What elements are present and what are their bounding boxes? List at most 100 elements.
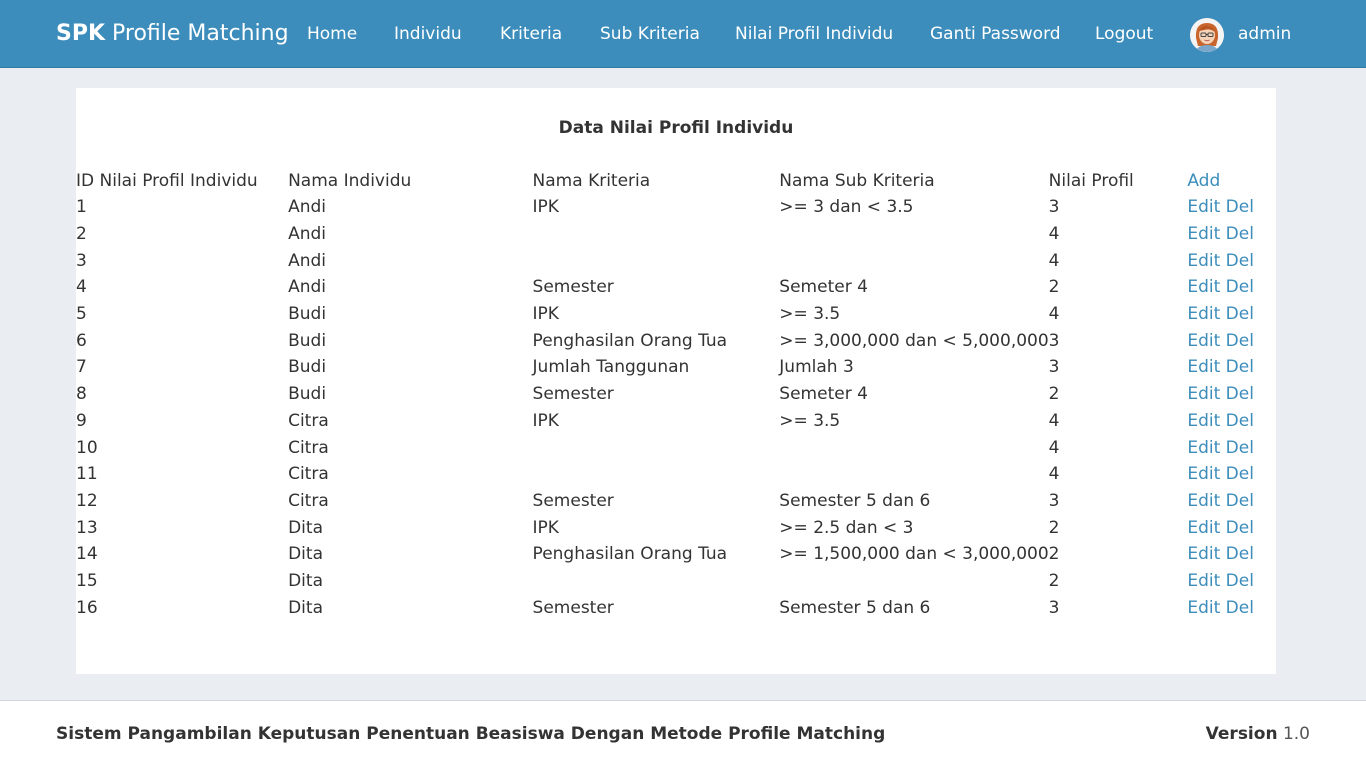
edit-link[interactable]: Edit: [1187, 438, 1220, 458]
nav-nilai-profil-individu[interactable]: Nilai Profil Individu: [735, 23, 893, 45]
cell-nama-sub-kriteria: Jumlah 3: [779, 357, 854, 378]
edit-link[interactable]: Edit: [1187, 491, 1220, 511]
edit-link[interactable]: Edit: [1187, 304, 1220, 324]
delete-link[interactable]: Del: [1226, 518, 1254, 538]
cell-actions: Edit Del: [1187, 541, 1276, 568]
edit-link[interactable]: Edit: [1187, 518, 1220, 538]
delete-link[interactable]: Del: [1226, 251, 1254, 271]
delete-link[interactable]: Del: [1226, 304, 1254, 324]
user-avatar-icon[interactable]: [1190, 18, 1224, 52]
cell-nilai-profil: 2: [1048, 277, 1060, 298]
table-row: 13 Dita IPK >= 2.5 dan < 3 2 Edit Del: [76, 514, 1276, 541]
nav-sub-kriteria[interactable]: Sub Kriteria: [600, 23, 700, 45]
user-name[interactable]: admin: [1238, 23, 1291, 45]
cell-nama-sub-kriteria: Semeter 4: [779, 277, 868, 298]
cell-nilai-profil: 3: [1048, 357, 1060, 378]
edit-link[interactable]: Edit: [1187, 197, 1220, 217]
cell-id: 6: [76, 330, 87, 351]
cell-nama-sub-kriteria: >= 3 dan < 3.5: [779, 197, 914, 218]
delete-link[interactable]: Del: [1226, 384, 1254, 404]
footer-version: Version 1.0: [1206, 723, 1310, 745]
edit-link[interactable]: Edit: [1187, 331, 1220, 351]
delete-link[interactable]: Del: [1226, 277, 1254, 297]
cell-id: 10: [76, 437, 98, 458]
delete-link[interactable]: Del: [1226, 224, 1254, 244]
brand-logo[interactable]: SPK Profile Matching: [56, 20, 289, 48]
cell-nama-individu: Citra: [288, 464, 329, 485]
cell-nama-kriteria: [533, 247, 780, 274]
cell-nama-sub-kriteria: >= 3,000,000 dan < 5,000,000: [779, 330, 1049, 351]
delete-link[interactable]: Del: [1226, 411, 1254, 431]
delete-link[interactable]: Del: [1226, 357, 1254, 377]
cell-id: 14: [76, 544, 98, 565]
cell-nama-individu: Dita: [288, 544, 323, 565]
cell-nilai-profil: 3: [1048, 490, 1060, 511]
delete-link[interactable]: Del: [1226, 331, 1254, 351]
cell-nilai-profil: 4: [1048, 464, 1060, 485]
delete-link[interactable]: Del: [1226, 464, 1254, 484]
col-header-nama-individu: Nama Individu: [288, 171, 412, 191]
edit-link[interactable]: Edit: [1187, 224, 1220, 244]
table-row: 16 Dita Semester Semester 5 dan 6 3 Edit Del: [76, 594, 1276, 621]
delete-link[interactable]: Del: [1226, 598, 1254, 618]
delete-link[interactable]: Del: [1226, 491, 1254, 511]
table-row: 7 Budi Jumlah Tanggunan Jumlah 3 3 Edit Del: [76, 354, 1276, 381]
edit-link[interactable]: Edit: [1187, 251, 1220, 271]
cell-nama-individu: Andi: [288, 250, 327, 271]
cell-actions: Edit Del: [1187, 568, 1276, 595]
cell-nama-individu: Dita: [288, 597, 323, 618]
cell-actions: Edit Del: [1187, 301, 1276, 328]
cell-actions: Edit Del: [1187, 247, 1276, 274]
delete-link[interactable]: Del: [1226, 438, 1254, 458]
delete-link[interactable]: Del: [1226, 197, 1254, 217]
cell-id: 16: [76, 597, 98, 618]
cell-id: 5: [76, 304, 87, 325]
cell-nama-individu: Andi: [288, 197, 327, 218]
cell-id: 4: [76, 277, 87, 298]
cell-nama-sub-kriteria: Semester 5 dan 6: [779, 597, 931, 618]
footer-system-title: Sistem Pangambilan Keputusan Penentuan B…: [56, 724, 886, 744]
cell-actions: Edit Del: [1187, 594, 1276, 621]
cell-nama-individu: Dita: [288, 517, 323, 538]
table-row: 4 Andi Semester Semeter 4 2 Edit Del: [76, 274, 1276, 301]
cell-nama-individu: Dita: [288, 570, 323, 591]
cell-nama-kriteria: [533, 568, 780, 595]
cell-nama-kriteria: Penghasilan Orang Tua: [532, 330, 728, 351]
add-link[interactable]: Add: [1187, 171, 1220, 191]
delete-link[interactable]: Del: [1226, 571, 1254, 591]
edit-link[interactable]: Edit: [1187, 544, 1220, 564]
cell-actions: Edit Del: [1187, 434, 1276, 461]
cell-nilai-profil: 3: [1048, 597, 1060, 618]
cell-id: 1: [76, 197, 87, 218]
cell-actions: Edit Del: [1187, 221, 1276, 248]
edit-link[interactable]: Edit: [1187, 384, 1220, 404]
cell-nilai-profil: 4: [1048, 437, 1060, 458]
cell-nama-kriteria: Penghasilan Orang Tua: [532, 544, 728, 565]
cell-nama-sub-kriteria: >= 3.5: [779, 410, 841, 431]
cell-nama-kriteria: IPK: [532, 410, 559, 431]
col-header-nilai-profil: Nilai Profil: [1048, 171, 1134, 191]
cell-nama-kriteria: Semester: [532, 277, 614, 298]
cell-nilai-profil: 3: [1048, 330, 1060, 351]
nav-individu[interactable]: Individu: [394, 23, 462, 45]
cell-nama-sub-kriteria: Semester 5 dan 6: [779, 490, 931, 511]
edit-link[interactable]: Edit: [1187, 277, 1220, 297]
nilai-profil-table: ID Nilai Profil Individu Nama Individu N…: [76, 168, 1276, 621]
nav-home[interactable]: Home: [307, 23, 357, 45]
edit-link[interactable]: Edit: [1187, 357, 1220, 377]
cell-actions: Edit Del: [1187, 488, 1276, 515]
cell-actions: Edit Del: [1187, 381, 1276, 408]
edit-link[interactable]: Edit: [1187, 464, 1220, 484]
edit-link[interactable]: Edit: [1187, 598, 1220, 618]
cell-nama-kriteria: IPK: [532, 517, 559, 538]
cell-id: 13: [76, 517, 98, 538]
nav-ganti-password[interactable]: Ganti Password: [930, 23, 1061, 45]
page-title: Data Nilai Profil Individu: [558, 118, 794, 138]
edit-link[interactable]: Edit: [1187, 411, 1220, 431]
edit-link[interactable]: Edit: [1187, 571, 1220, 591]
cell-actions: Edit Del: [1187, 354, 1276, 381]
delete-link[interactable]: Del: [1226, 544, 1254, 564]
table-row: 5 Budi IPK >= 3.5 4 Edit Del: [76, 301, 1276, 328]
nav-kriteria[interactable]: Kriteria: [500, 23, 562, 45]
nav-logout[interactable]: Logout: [1095, 23, 1153, 45]
